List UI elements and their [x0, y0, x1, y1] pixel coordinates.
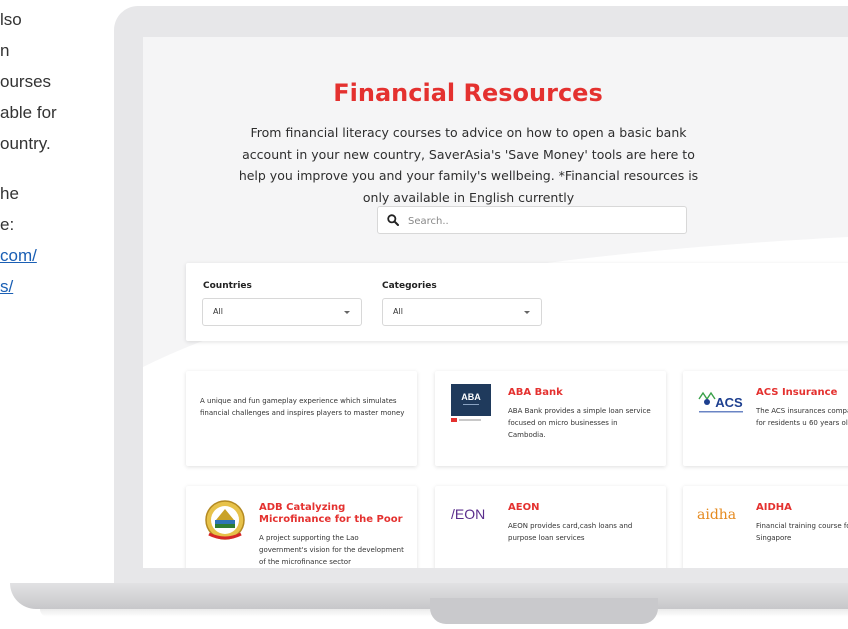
resource-card[interactable]: /EON AEON AEON provides card,cash loans … — [435, 486, 666, 568]
resource-card[interactable]: aidha AIDHA Financial training course fo… — [683, 486, 848, 568]
search-icon — [387, 214, 399, 226]
card-title: AEON — [508, 502, 540, 513]
side-text-line: ourses — [0, 72, 52, 91]
acs-logo-icon: ACS — [698, 391, 743, 413]
side-text-line: he — [0, 184, 19, 203]
lao-emblem-icon — [205, 500, 245, 540]
side-text-line: ountry. — [0, 134, 51, 153]
card-title: AIDHA — [756, 502, 792, 513]
resource-card[interactable]: ABA ABA Bank ABA Bank provides a simple … — [435, 371, 666, 466]
aeon-logo-text: /EON — [451, 506, 485, 522]
resource-card[interactable]: A unique and fun gameplay experience whi… — [186, 371, 417, 466]
page-title: Financial Resources — [333, 79, 603, 107]
search-box[interactable] — [377, 206, 687, 234]
resource-card[interactable]: ACS ACS Insurance The ACS insurances com… — [683, 371, 848, 466]
laptop-notch — [430, 598, 658, 624]
card-description: ABA Bank provides a simple loan service … — [508, 407, 651, 439]
aba-logo-text: ABA — [461, 392, 481, 402]
chevron-down-icon — [344, 311, 350, 314]
categories-select[interactable]: All — [382, 298, 542, 326]
side-text-line: lso — [0, 10, 22, 29]
card-description: The ACS insurances compa coverage is for… — [756, 407, 848, 427]
card-description: Financial training course fo workers in … — [756, 522, 848, 542]
categories-label: Categories — [382, 281, 437, 291]
search-input[interactable] — [406, 211, 680, 231]
aeon-logo-icon: /EON — [451, 506, 485, 522]
aidha-logo-text: aidha — [697, 507, 736, 523]
page-description: From financial literacy courses to advic… — [238, 125, 699, 205]
card-description: A unique and fun gameplay experience whi… — [200, 397, 405, 417]
card-title: ADB Catalyzing Microfinance for the Poor — [259, 502, 403, 525]
side-text-line: n — [0, 41, 10, 60]
countries-selected-value: All — [213, 307, 223, 316]
side-text-line: able for — [0, 103, 57, 122]
categories-selected-value: All — [393, 307, 403, 316]
aidha-logo-icon: aidha — [697, 507, 736, 523]
countries-select[interactable]: All — [202, 298, 362, 326]
aba-bank-logo-icon: ABA — [451, 384, 491, 422]
chevron-down-icon — [524, 311, 530, 314]
resource-card[interactable]: ADB Catalyzing Microfinance for the Poor… — [186, 486, 417, 568]
side-text-link[interactable]: com/ — [0, 240, 37, 271]
filter-panel: Countries All Categories All — [186, 263, 848, 341]
laptop-base — [10, 583, 848, 609]
card-description: AEON provides card,cash loans and purpos… — [508, 522, 633, 542]
acs-logo-text: ACS — [715, 395, 743, 410]
side-text-line: e: — [0, 215, 15, 234]
card-title: ACS Insurance — [756, 387, 838, 398]
card-description: A project supporting the Lao government'… — [259, 534, 404, 566]
laptop-screen: Financial Resources From financial liter… — [143, 37, 848, 568]
countries-label: Countries — [203, 281, 252, 291]
side-text-link[interactable]: s/ — [0, 271, 13, 302]
card-title: ABA Bank — [508, 387, 563, 398]
